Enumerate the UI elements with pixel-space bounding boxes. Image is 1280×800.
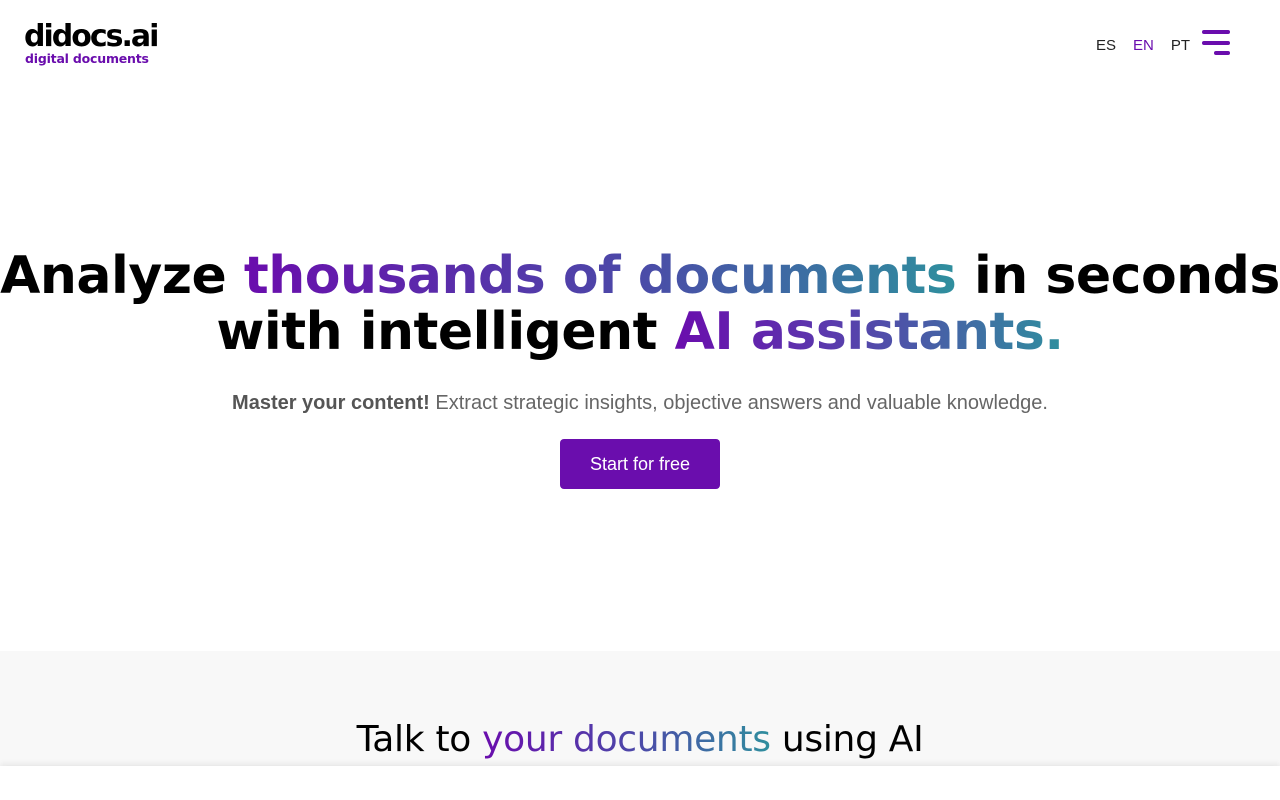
logo-subtitle: digital documents bbox=[25, 51, 149, 66]
site-header: didocs.ai digital documents ES EN PT bbox=[0, 0, 1280, 90]
lang-en-link[interactable]: EN bbox=[1133, 38, 1154, 54]
hero-title-part1: Analyze bbox=[0, 246, 244, 306]
hero-subtitle-rest: Extract strategic insights, objective an… bbox=[429, 392, 1048, 414]
menu-bar-top bbox=[1202, 30, 1230, 34]
bottom-overlay-bar bbox=[0, 766, 1280, 800]
logo-text: didocs.ai bbox=[24, 19, 159, 54]
logo[interactable]: didocs.ai digital documents bbox=[24, 19, 159, 70]
lang-es-link[interactable]: ES bbox=[1096, 38, 1116, 54]
menu-bar-middle bbox=[1202, 41, 1230, 45]
hamburger-menu-icon[interactable] bbox=[1200, 30, 1232, 58]
language-switcher: ES EN PT bbox=[1096, 38, 1207, 54]
section-title-highlight: your documents bbox=[482, 719, 771, 760]
hero-title-highlight1: thousands of documents bbox=[243, 246, 957, 306]
hero-subtitle: Master your content! Extract strategic i… bbox=[0, 390, 1280, 416]
menu-bar-bottom bbox=[1214, 51, 1230, 55]
hero-subtitle-bold: Master your content! bbox=[232, 392, 430, 414]
hero-title-highlight2: AI assistants. bbox=[674, 302, 1065, 362]
lang-pt-link[interactable]: PT bbox=[1171, 38, 1190, 54]
section-title-part1: Talk to bbox=[356, 719, 483, 760]
hero-title: Analyze thousands of documents in second… bbox=[0, 248, 1280, 360]
start-for-free-button[interactable]: Start for free bbox=[560, 439, 720, 489]
section-title: Talk to your documents using AI bbox=[0, 718, 1280, 762]
section-title-part2: using AI bbox=[770, 719, 924, 760]
